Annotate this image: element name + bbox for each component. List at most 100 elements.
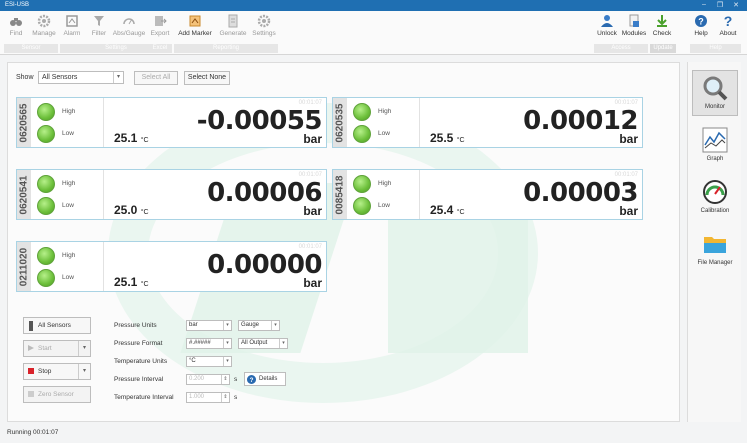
- graph-icon: [702, 127, 728, 153]
- manage-label: Manage: [32, 30, 56, 37]
- sensor-card[interactable]: 0620565 High Low 00:01:07 -0.00055 bar 2…: [16, 97, 327, 148]
- sensor-card[interactable]: 0620541 High Low 00:01:07 0.00006 bar 25…: [16, 169, 327, 220]
- abs-gauge-button[interactable]: Abs/Gauge: [112, 13, 146, 43]
- stop-icon: [28, 368, 34, 374]
- close-button[interactable]: ✕: [729, 1, 743, 9]
- temperature-reading: 25.4 °C: [430, 203, 465, 217]
- users-icon: [601, 15, 613, 27]
- question-icon: ?: [724, 14, 733, 28]
- status-text: Running 00:01:07: [7, 429, 59, 436]
- all-sensors-button[interactable]: All Sensors: [23, 317, 91, 334]
- sensor-id: 0211020: [18, 247, 30, 286]
- find-button[interactable]: Find: [4, 13, 28, 43]
- unlock-button[interactable]: Unlock: [594, 13, 620, 43]
- pressure-format-select[interactable]: #.##### ▾: [186, 338, 232, 349]
- generate-button[interactable]: Generate: [218, 13, 248, 43]
- settings-button[interactable]: Settings: [250, 13, 278, 43]
- svg-text:?: ?: [698, 17, 704, 27]
- pressure-interval-value: 0.200: [189, 376, 205, 382]
- manage-button[interactable]: Manage: [30, 13, 58, 43]
- help-button[interactable]: ? Help: [690, 13, 712, 43]
- temperature-interval-input[interactable]: 1.000 ⇕: [186, 392, 230, 403]
- export-icon: [155, 16, 167, 26]
- pressure-units-value: bar: [189, 322, 198, 328]
- low-alarm-led: [353, 197, 371, 215]
- details-label: Details: [259, 376, 278, 382]
- sensor-card[interactable]: 0085418 High Low 00:01:07 0.00003 bar 25…: [332, 169, 643, 220]
- sensor-id-tab: 0211020: [17, 242, 31, 291]
- gear-icon: [257, 14, 271, 28]
- sensor-id: 0085418: [334, 175, 346, 214]
- temperature-units-value: °C: [189, 358, 196, 364]
- temperature-value: 25.4: [430, 203, 454, 217]
- pressure-interval-input[interactable]: 0.200 ⇕: [186, 374, 230, 385]
- select-all-button[interactable]: Select All: [134, 71, 178, 85]
- temperature-value: 25.5: [430, 131, 454, 145]
- filter-button[interactable]: Filter: [88, 13, 110, 43]
- sensor-card[interactable]: 0620535 High Low 00:01:07 0.00012 bar 25…: [332, 97, 643, 148]
- pressure-units-select[interactable]: bar ▾: [186, 320, 232, 331]
- spinner-icon: ⇕: [221, 393, 229, 402]
- pressure-unit: bar: [619, 132, 638, 146]
- high-alarm-led: [353, 175, 371, 193]
- title-bar: ESI-USB – ❐ ✕: [0, 0, 747, 11]
- alarm-icon: [66, 15, 78, 27]
- temperature-interval-label: Temperature Interval: [114, 394, 174, 401]
- chevron-down-icon: ▾: [271, 321, 279, 330]
- high-label: High: [378, 180, 392, 187]
- high-alarm-led: [37, 247, 55, 265]
- export-button[interactable]: Export: [148, 13, 172, 43]
- sidebar-item-file-manager[interactable]: File Manager: [692, 226, 738, 272]
- help-icon: ?: [247, 375, 256, 384]
- about-button[interactable]: ? About: [715, 13, 741, 43]
- details-button[interactable]: ? Details: [244, 372, 286, 386]
- download-icon: [657, 15, 667, 27]
- output-select[interactable]: All Output ▾: [238, 338, 288, 349]
- sensor-id-tab: 0620541: [17, 170, 31, 219]
- pressure-format-value: #.#####: [189, 340, 211, 346]
- temperature-reading: 25.0 °C: [114, 203, 149, 217]
- chevron-down-icon[interactable]: ▾: [78, 364, 90, 379]
- alarm-button[interactable]: Alarm: [60, 13, 84, 43]
- modules-button[interactable]: Modules: [620, 13, 648, 43]
- temperature-reading: 25.1 °C: [114, 275, 149, 289]
- minimize-button[interactable]: –: [697, 1, 711, 8]
- chevron-down-icon: ▾: [113, 72, 123, 83]
- sidebar-item-graph[interactable]: Graph: [692, 122, 738, 168]
- pressure-type-value: Gauge: [241, 322, 260, 328]
- pressure-unit: bar: [303, 276, 322, 290]
- low-label: Low: [62, 130, 74, 137]
- pressure-interval-unit: s: [234, 376, 238, 383]
- pressure-format-label: Pressure Format: [114, 340, 163, 347]
- help-icon: ?: [695, 15, 707, 27]
- start-label: Start: [38, 345, 52, 352]
- find-label: Find: [9, 30, 23, 37]
- monitor-panel: Show All Sensors ▾ Select All Select Non…: [7, 62, 680, 422]
- marker-icon: [189, 15, 201, 27]
- sidebar-item-monitor[interactable]: Monitor: [692, 70, 738, 116]
- temperature-unit: °C: [140, 137, 149, 144]
- sidebar-item-calibration[interactable]: Calibration: [692, 174, 738, 220]
- output-value: All Output: [241, 340, 268, 346]
- high-alarm-led: [353, 103, 371, 121]
- check-button[interactable]: Check: [650, 13, 674, 43]
- zero-sensor-button[interactable]: Zero Sensor: [23, 386, 91, 403]
- maximize-button[interactable]: ❐: [713, 1, 727, 9]
- temperature-value: 25.0: [114, 203, 138, 217]
- select-none-button[interactable]: Select None: [184, 71, 230, 85]
- sensor-card[interactable]: 0211020 High Low 00:01:07 0.00000 bar 25…: [16, 241, 327, 292]
- start-button[interactable]: Start ▾: [23, 340, 91, 357]
- chevron-down-icon: ▾: [223, 321, 231, 330]
- show-sensors-select[interactable]: All Sensors ▾: [38, 71, 124, 84]
- show-select-value: All Sensors: [42, 74, 78, 81]
- pressure-unit: bar: [619, 204, 638, 218]
- add-marker-button[interactable]: Add Marker: [174, 13, 216, 43]
- temperature-units-select[interactable]: °C ▾: [186, 356, 232, 367]
- pressure-type-select[interactable]: Gauge ▾: [238, 320, 280, 331]
- temperature-interval-value: 1.000: [189, 394, 205, 400]
- chevron-down-icon[interactable]: ▾: [78, 341, 90, 356]
- low-label: Low: [378, 202, 390, 209]
- svg-text:?: ?: [250, 377, 254, 384]
- document-icon: [228, 14, 238, 28]
- stop-button[interactable]: Stop ▾: [23, 363, 91, 380]
